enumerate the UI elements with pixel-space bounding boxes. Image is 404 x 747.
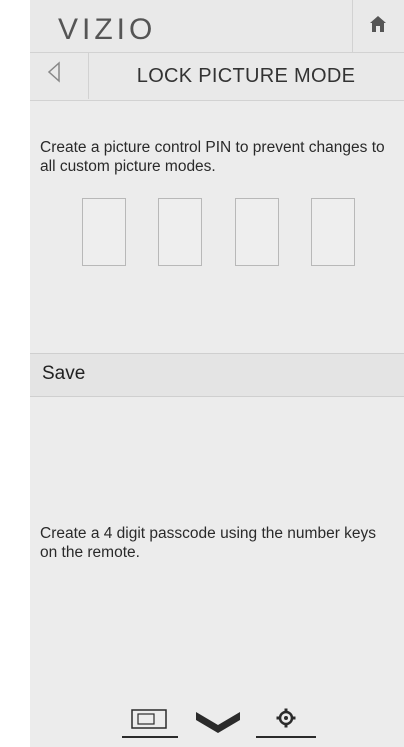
vizio-logo: VIZIO <box>58 13 157 46</box>
pin-digit-2[interactable] <box>158 198 202 266</box>
settings-underline <box>256 736 316 738</box>
passcode-hint: Create a 4 digit passcode using the numb… <box>40 525 377 561</box>
pin-digit-1[interactable] <box>82 198 126 266</box>
home-icon <box>370 16 386 32</box>
back-arrow-icon <box>47 61 60 83</box>
settings-button[interactable] <box>256 700 316 738</box>
pin-description: Create a picture control PIN to prevent … <box>40 139 385 175</box>
app-panel: VIZIO LOCK PICTURE MODE Create a picture… <box>30 0 404 747</box>
bottom-nav <box>120 700 340 740</box>
picture-underline <box>122 736 178 738</box>
picture-button[interactable] <box>122 700 178 738</box>
collapse-button[interactable] <box>190 700 246 738</box>
page-title: LOCK PICTURE MODE <box>136 65 356 87</box>
logo-bar: VIZIO <box>30 0 353 53</box>
pin-digit-3[interactable] <box>235 198 279 266</box>
header: VIZIO LOCK PICTURE MODE <box>30 0 404 101</box>
pin-entry <box>82 198 402 268</box>
chevron-down-icon <box>196 711 240 733</box>
picture-icon <box>131 709 167 729</box>
gear-icon <box>276 708 296 728</box>
home-button[interactable] <box>352 0 404 53</box>
save-label: Save <box>42 363 86 384</box>
save-button[interactable]: Save <box>30 353 404 397</box>
back-button[interactable] <box>30 53 89 99</box>
pin-digit-4[interactable] <box>311 198 355 266</box>
